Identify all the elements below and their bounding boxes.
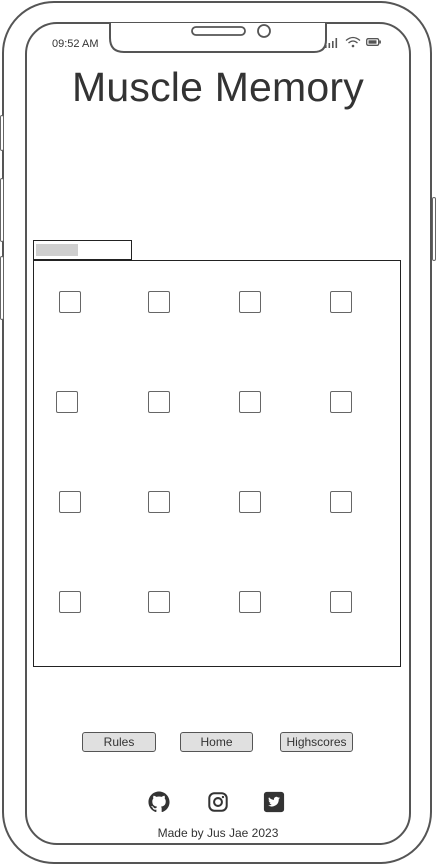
- board-cell[interactable]: [148, 391, 170, 413]
- rules-button[interactable]: Rules: [82, 732, 156, 752]
- mute-switch: [0, 115, 4, 151]
- notch: [109, 23, 327, 53]
- status-icons: [324, 36, 382, 48]
- instagram-icon[interactable]: [207, 791, 229, 813]
- board-cell[interactable]: [56, 391, 78, 413]
- signal-icon: [325, 37, 338, 48]
- power-button: [432, 197, 436, 261]
- game-board: [33, 260, 401, 667]
- footer-credit: Made by Jus Jae 2023: [157, 826, 279, 840]
- speaker-grille: [191, 26, 246, 36]
- board-cell[interactable]: [148, 291, 170, 313]
- board-cell[interactable]: [148, 591, 170, 613]
- board-cell[interactable]: [59, 591, 81, 613]
- front-camera: [257, 24, 271, 38]
- github-icon[interactable]: [148, 791, 170, 813]
- volume-up-button: [0, 178, 4, 242]
- board-cell[interactable]: [239, 491, 261, 513]
- board-cell[interactable]: [239, 591, 261, 613]
- wifi-icon: [345, 36, 361, 48]
- board-cell[interactable]: [330, 291, 352, 313]
- progress-bar: [33, 240, 132, 260]
- board-cell[interactable]: [239, 291, 261, 313]
- progress-fill: [36, 244, 78, 256]
- board-cell[interactable]: [330, 391, 352, 413]
- home-button[interactable]: Home: [180, 732, 253, 752]
- board-cell[interactable]: [239, 391, 261, 413]
- board-cell[interactable]: [59, 491, 81, 513]
- volume-down-button: [0, 256, 4, 320]
- board-cell[interactable]: [59, 291, 81, 313]
- board-cell[interactable]: [330, 591, 352, 613]
- board-cell[interactable]: [148, 491, 170, 513]
- battery-icon: [366, 38, 381, 46]
- twitter-icon[interactable]: [263, 791, 285, 813]
- page-title: Muscle Memory: [72, 64, 364, 110]
- status-time: 09:52 AM: [52, 38, 99, 50]
- board-cell[interactable]: [330, 491, 352, 513]
- highscores-button[interactable]: Highscores: [280, 732, 353, 752]
